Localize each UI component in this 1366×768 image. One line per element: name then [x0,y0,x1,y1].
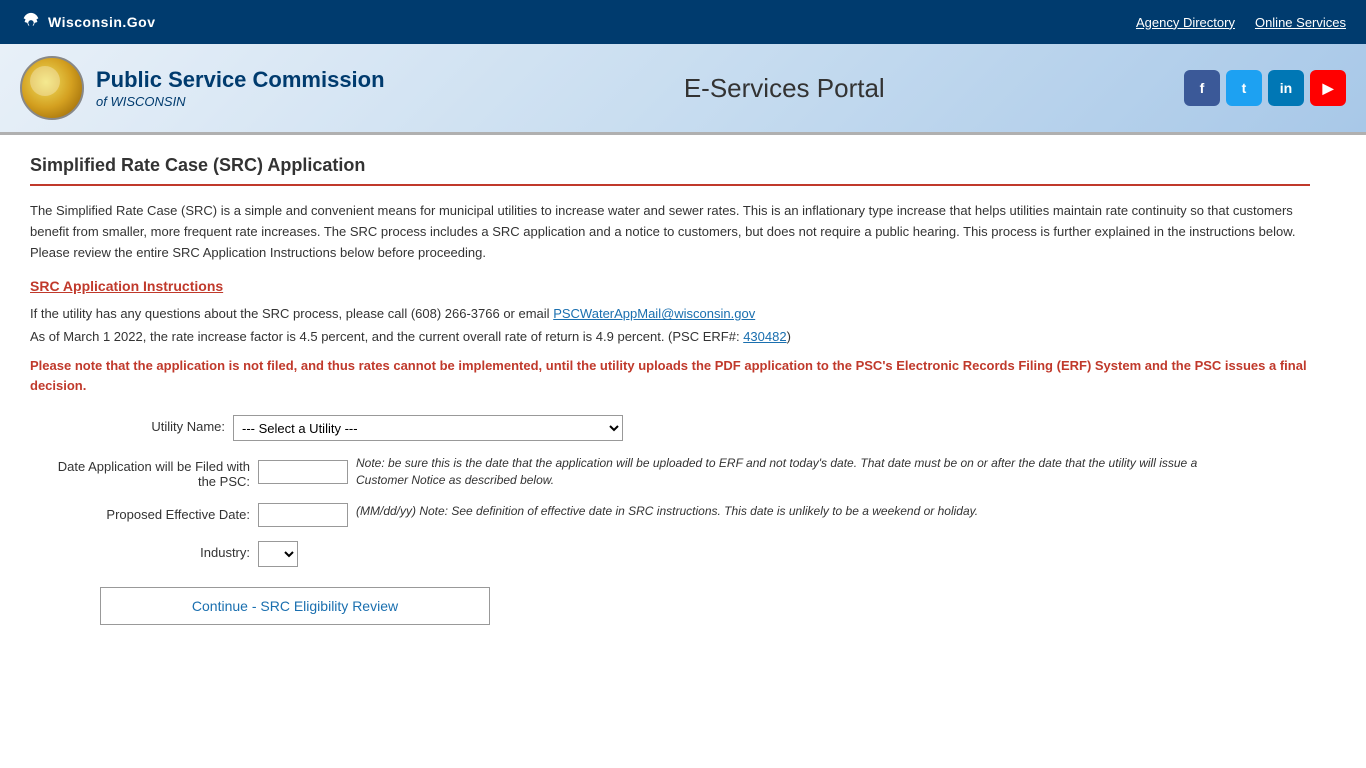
utility-name-select[interactable]: --- Select a Utility --- [233,415,623,441]
rate-text: As of March 1 2022, the rate increase fa… [30,329,740,344]
page-title: Simplified Rate Case (SRC) Application [30,155,1310,176]
wi-logo-icon [20,11,42,33]
main-content: Simplified Rate Case (SRC) Application T… [0,135,1340,645]
effective-date-note: (MM/dd/yy) Note: See definition of effec… [356,503,978,520]
date-filed-label2: the PSC: [50,474,250,489]
wi-gov-text: Wisconsin.Gov [48,14,156,30]
agency-name: Public Service Commission [96,67,385,93]
top-navigation-bar: Wisconsin.Gov Agency Directory Online Se… [0,0,1366,44]
linkedin-icon[interactable]: in [1268,70,1304,106]
industry-select[interactable] [258,541,298,567]
agency-branding: Public Service Commission of WISCONSIN [20,56,385,120]
industry-row: Industry: [50,541,1310,567]
effective-date-label: Proposed Effective Date: [50,503,250,522]
date-filed-field-group: Note: be sure this is the date that the … [258,455,1206,489]
top-nav-links: Agency Directory Online Services [1136,15,1346,30]
src-instructions-link[interactable]: SRC Application Instructions [30,278,223,294]
erf-link[interactable]: 430482 [743,329,786,344]
agency-name-block: Public Service Commission of WISCONSIN [96,67,385,108]
agency-directory-link[interactable]: Agency Directory [1136,15,1235,30]
warning-paragraph: Please note that the application is not … [30,356,1310,395]
date-filed-note: Note: be sure this is the date that the … [356,455,1206,489]
portal-title: E-Services Portal [385,73,1184,104]
date-filed-row: Date Application will be Filed with the … [50,455,1310,489]
date-filed-label: Date Application will be Filed with [50,459,250,474]
online-services-link[interactable]: Online Services [1255,15,1346,30]
contact-paragraph: If the utility has any questions about t… [30,306,1310,321]
agency-subtitle: of WISCONSIN [96,94,385,109]
date-filed-input[interactable] [258,460,348,484]
agency-header: Public Service Commission of WISCONSIN E… [0,44,1366,135]
industry-label: Industry: [50,541,250,560]
twitter-icon[interactable]: t [1226,70,1262,106]
utility-name-row: Utility Name: --- Select a Utility --- [50,415,1310,441]
effective-date-input[interactable] [258,503,348,527]
date-filed-input-row: Note: be sure this is the date that the … [258,455,1206,489]
continue-button[interactable]: Continue - SRC Eligibility Review [100,587,490,625]
youtube-icon[interactable]: ▶ [1310,70,1346,106]
intro-paragraph: The Simplified Rate Case (SRC) is a simp… [30,201,1310,263]
wisconsin-emblem-icon [20,11,42,33]
utility-name-label: Utility Name: [50,415,225,434]
wi-gov-logo: Wisconsin.Gov [20,11,156,33]
facebook-icon[interactable]: f [1184,70,1220,106]
contact-email-link[interactable]: PSCWaterAppMail@wisconsin.gov [553,306,755,321]
effective-date-row: Proposed Effective Date: (MM/dd/yy) Note… [50,503,1310,527]
date-filed-label-block: Date Application will be Filed with the … [50,455,250,489]
psc-logo-icon [20,56,84,120]
src-form: Utility Name: --- Select a Utility --- D… [50,415,1310,625]
title-divider [30,184,1310,186]
contact-text: If the utility has any questions about t… [30,306,550,321]
social-icons-group: f t in ▶ [1184,70,1346,106]
rate-paragraph: As of March 1 2022, the rate increase fa… [30,329,1310,344]
